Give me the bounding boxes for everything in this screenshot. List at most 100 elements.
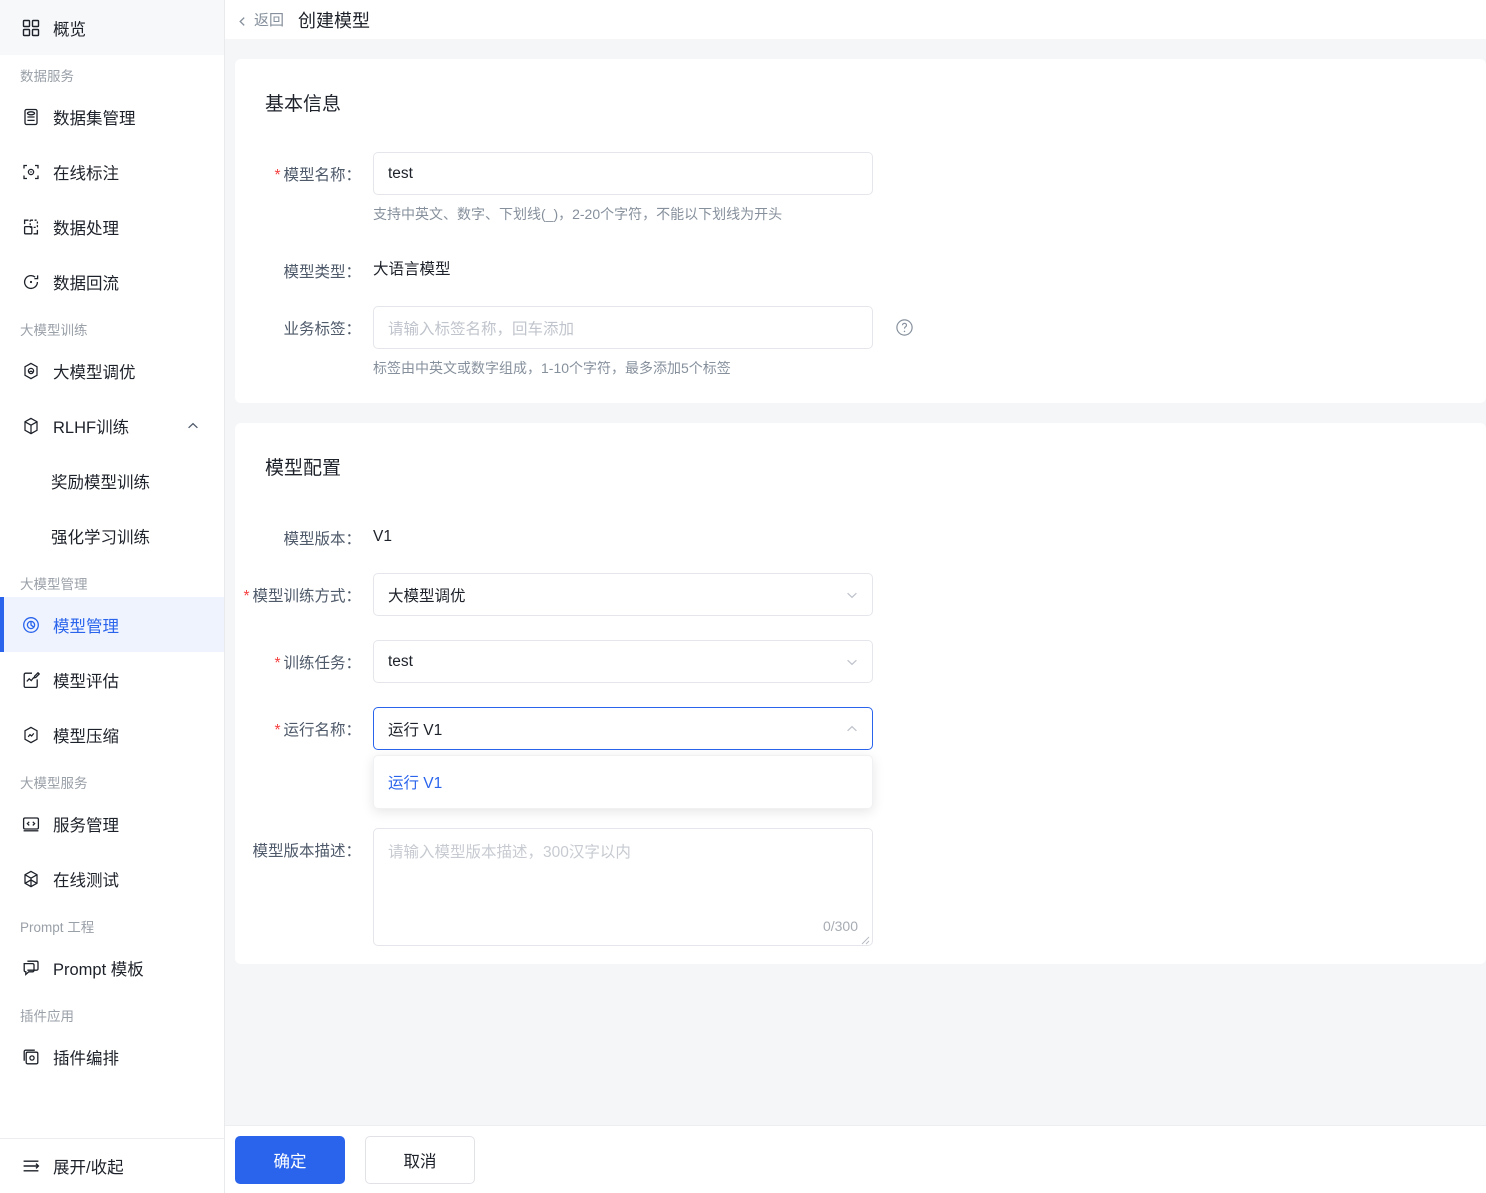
model-type-value: 大语言模型 <box>373 261 451 278</box>
sidebar-item-online-test[interactable]: 在线测试 <box>0 851 224 906</box>
model-icon <box>20 614 42 636</box>
model-config-section-title: 模型配置 <box>265 458 342 479</box>
sidebar-item-label: 数据集管理 <box>53 109 136 128</box>
sidebar-item-rlhf-training[interactable]: RLHF训练 <box>0 398 224 453</box>
form-action-bar: 确定 取消 <box>225 1125 1486 1193</box>
sidebar-item-label: 在线标注 <box>53 164 119 183</box>
sidebar-item-dataset-management[interactable]: 数据集管理 <box>0 89 224 144</box>
version-desc-label: 模型版本描述： <box>252 843 361 860</box>
model-config-card: 模型配置 模型版本： V1 * 模型训练方式： 大模型调优 * 训练任务： te… <box>235 423 1486 964</box>
model-version-label: 模型版本： <box>283 531 361 548</box>
main-area: 返回 创建模型 基本信息 * 模型名称： test 支持中英文、数字、下划线(_)… <box>225 0 1486 1193</box>
sidebar-item-label: 服务管理 <box>53 816 119 835</box>
sidebar-subitem-reward-model-training[interactable]: 奖励模型训练 <box>0 453 224 508</box>
form-row-train-task: * 训练任务： test <box>235 640 1486 683</box>
chevron-down-icon <box>845 655 859 669</box>
chevron-down-icon <box>845 588 859 602</box>
model-name-input[interactable]: test <box>373 152 873 195</box>
form-row-model-name: * 模型名称： test 支持中英文、数字、下划线(_)，2-20个字符，不能以下… <box>235 152 1486 225</box>
run-name-label: * 运行名称： <box>274 722 361 739</box>
sidebar-item-label: RLHF训练 <box>53 418 130 437</box>
compress-icon <box>20 724 42 746</box>
sidebar-item-model-management[interactable]: 模型管理 <box>0 597 224 652</box>
sidebar-item-label: 模型压缩 <box>53 727 119 746</box>
cube-icon <box>20 415 42 437</box>
sidebar-item-online-annotation[interactable]: 在线标注 <box>0 144 224 199</box>
refresh-icon <box>20 271 42 293</box>
sidebar-scroll-area: 概览 数据服务 数据集管理 在线标注 数据处理 数据回流 大模型训练 大模型调优… <box>0 0 224 1138</box>
help-circle-icon[interactable] <box>895 318 914 337</box>
database-icon <box>20 106 42 128</box>
sidebar-group-label-llm-management: 大模型管理 <box>20 577 88 592</box>
run-name-selected-value: 运行 V1 <box>388 721 443 739</box>
model-type-label: 模型类型： <box>283 264 361 281</box>
sidebar-item-prompt-template[interactable]: Prompt 模板 <box>0 940 224 995</box>
tune-icon <box>20 360 42 382</box>
page-title: 创建模型 <box>298 10 371 31</box>
sidebar-item-label: 概览 <box>53 20 86 39</box>
train-method-label: * 模型训练方式： <box>243 588 361 605</box>
version-desc-textarea[interactable]: 请输入模型版本描述，300汉字以内 0/300 <box>373 828 873 946</box>
sidebar-item-label: 数据回流 <box>53 274 119 293</box>
sidebar-subitem-reinforcement-learning-training[interactable]: 强化学习训练 <box>0 508 224 563</box>
sidebar-item-label: 模型管理 <box>53 617 119 636</box>
process-icon <box>20 216 42 238</box>
annotate-icon <box>20 161 42 183</box>
confirm-button[interactable]: 确定 <box>235 1135 345 1184</box>
back-button[interactable]: 返回 <box>237 9 284 30</box>
version-desc-char-counter: 0/300 <box>822 918 858 934</box>
sidebar-item-label: 大模型调优 <box>53 363 136 382</box>
sidebar-collapse-toggle[interactable]: 展开/收起 <box>0 1138 224 1193</box>
resize-handle-icon[interactable] <box>858 932 870 945</box>
basic-info-card: 基本信息 * 模型名称： test 支持中英文、数字、下划线(_)，2-20个字符… <box>235 59 1486 403</box>
sidebar-group-label-llm-training: 大模型训练 <box>20 323 88 338</box>
sidebar-item-model-compression[interactable]: 模型压缩 <box>0 707 224 762</box>
required-asterisk: * <box>274 655 281 672</box>
sidebar-item-label: Prompt 模板 <box>53 960 144 979</box>
sidebar-item-plugin-orchestration[interactable]: 插件编排 <box>0 1029 224 1084</box>
sidebar: 概览 数据服务 数据集管理 在线标注 数据处理 数据回流 大模型训练 大模型调优… <box>0 0 225 1193</box>
sidebar-item-label: 插件编排 <box>53 1049 119 1068</box>
run-name-dropdown-panel: 运行 V1 <box>373 755 873 809</box>
train-method-select[interactable]: 大模型调优 <box>373 573 873 616</box>
sidebar-item-label: 数据处理 <box>53 219 119 238</box>
run-name-option[interactable]: 运行 V1 <box>374 762 872 802</box>
chevron-left-icon <box>237 14 248 26</box>
sidebar-item-model-evaluation[interactable]: 模型评估 <box>0 652 224 707</box>
model-name-hint: 支持中英文、数字、下划线(_)，2-20个字符，不能以下划线为开头 <box>373 206 783 222</box>
business-tag-hint: 标签由中英文或数字组成，1-10个字符，最多添加5个标签 <box>373 360 731 376</box>
business-tag-input[interactable]: 请输入标签名称，回车添加 <box>373 306 873 349</box>
form-row-version-desc: 模型版本描述： 请输入模型版本描述，300汉字以内 0/300 <box>235 828 1486 946</box>
train-task-label: * 训练任务： <box>274 655 361 672</box>
model-name-label: * 模型名称： <box>274 167 361 184</box>
sidebar-item-label: 模型评估 <box>53 672 119 691</box>
sidebar-item-llm-tuning[interactable]: 大模型调优 <box>0 343 224 398</box>
sidebar-item-overview[interactable]: 概览 <box>0 0 224 55</box>
version-desc-placeholder: 请输入模型版本描述，300汉字以内 <box>388 844 631 861</box>
train-task-select[interactable]: test <box>373 640 873 683</box>
sidebar-item-service-management[interactable]: 服务管理 <box>0 796 224 851</box>
sidebar-group-label-prompt-engineering: Prompt 工程 <box>20 920 95 935</box>
sidebar-item-data-processing[interactable]: 数据处理 <box>0 199 224 254</box>
menu-fold-icon <box>20 1155 42 1177</box>
chat-template-icon <box>20 957 42 979</box>
form-row-train-method: * 模型训练方式： 大模型调优 <box>235 573 1486 616</box>
sidebar-group-label-plugin-app: 插件应用 <box>20 1009 74 1024</box>
grid-icon <box>20 17 42 39</box>
sidebar-item-label: 在线测试 <box>53 871 119 890</box>
test-icon <box>20 868 42 890</box>
sidebar-group-label-data-service: 数据服务 <box>20 69 74 84</box>
required-asterisk: * <box>274 722 281 739</box>
chevron-up-icon <box>845 722 859 736</box>
page-topbar: 返回 创建模型 <box>225 0 1486 39</box>
chevron-up-icon[interactable] <box>186 419 200 433</box>
app-root: 概览 数据服务 数据集管理 在线标注 数据处理 数据回流 大模型训练 大模型调优… <box>0 0 1486 1193</box>
basic-info-section-title: 基本信息 <box>265 94 342 115</box>
model-version-value: V1 <box>373 528 392 545</box>
form-row-model-type: 模型类型： 大语言模型 <box>235 249 1486 282</box>
sidebar-subitem-label: 强化学习训练 <box>51 528 150 547</box>
sidebar-item-data-backflow[interactable]: 数据回流 <box>0 254 224 309</box>
cancel-button[interactable]: 取消 <box>365 1135 475 1184</box>
run-name-select[interactable]: 运行 V1 <box>373 707 873 750</box>
required-asterisk: * <box>243 588 250 605</box>
